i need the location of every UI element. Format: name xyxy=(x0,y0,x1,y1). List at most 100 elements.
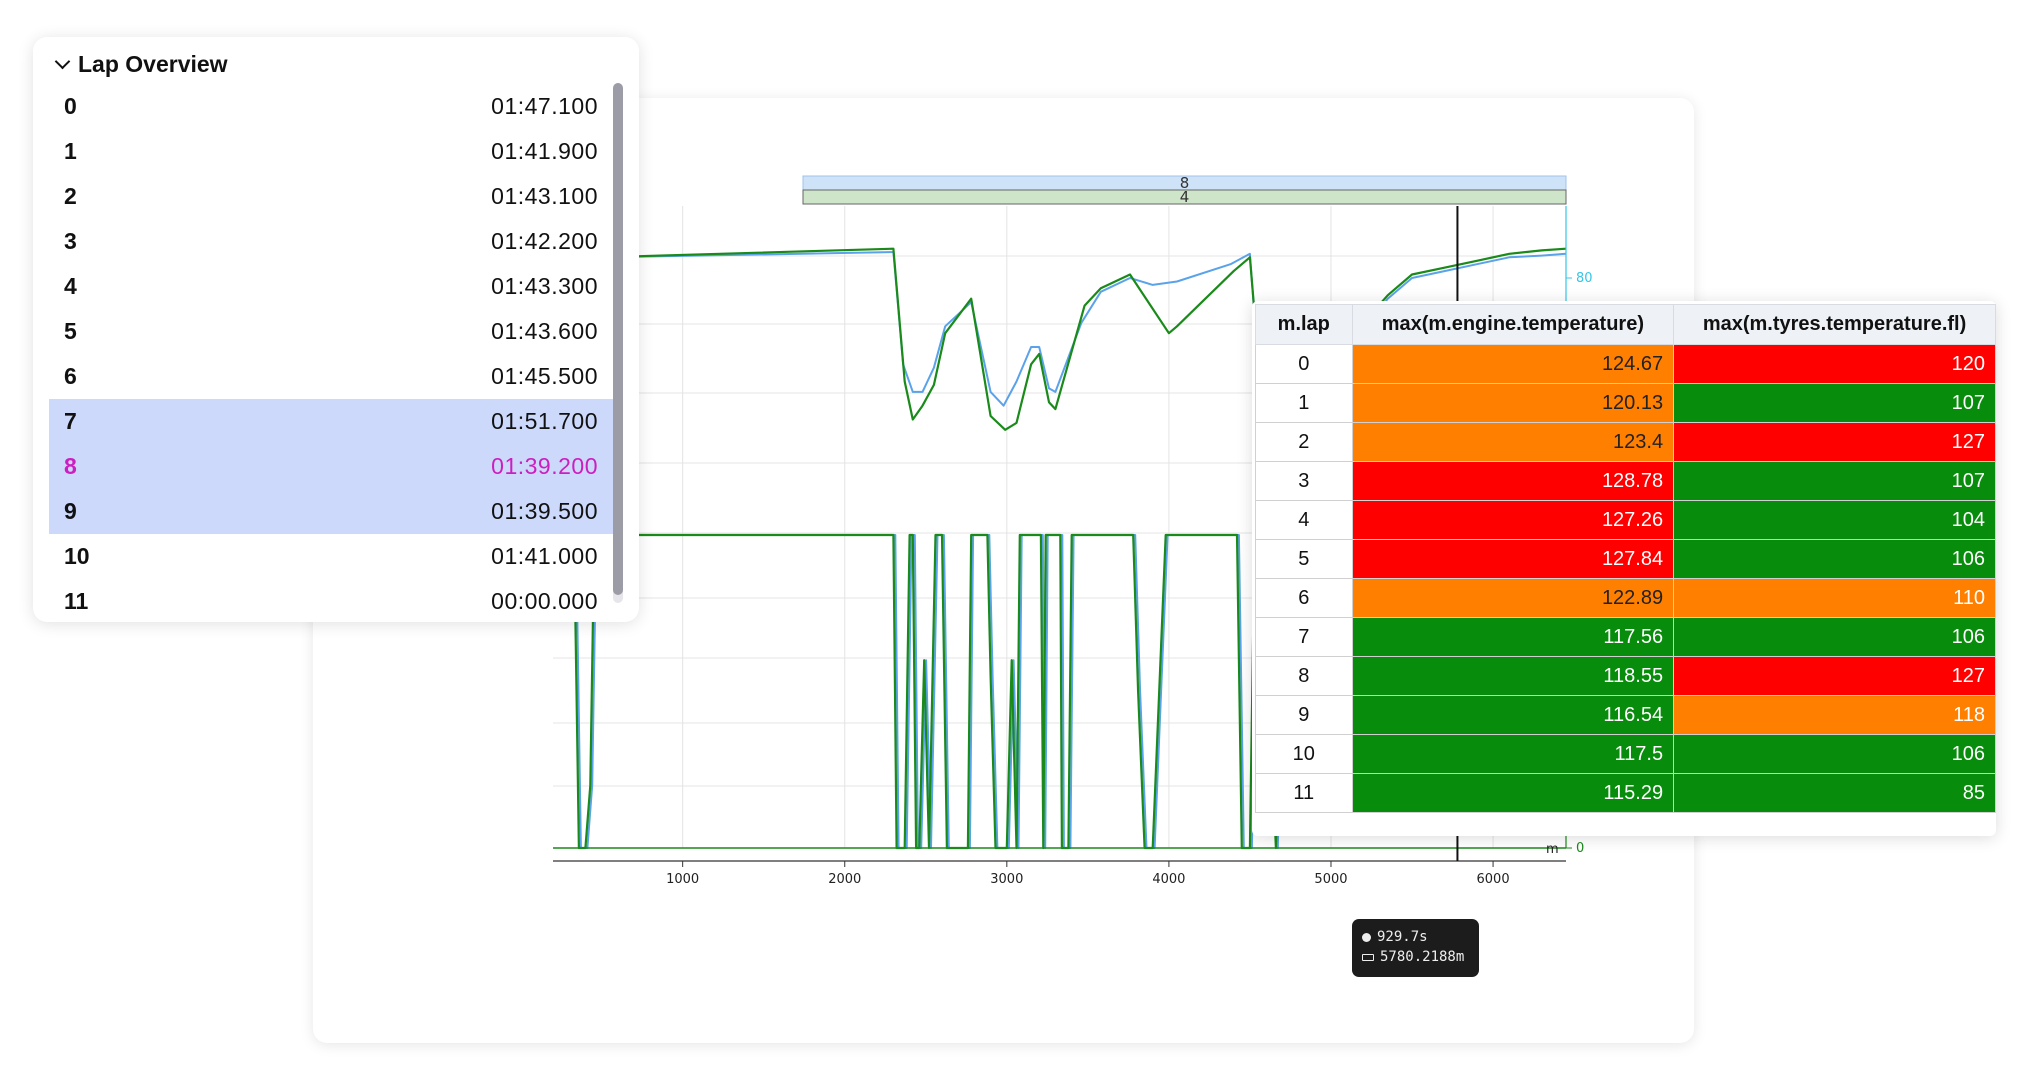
table-row[interactable]: 0 124.67 120 xyxy=(1255,344,1996,384)
lap-row[interactable]: 1 01:41.900 xyxy=(49,129,613,174)
lap-time: 01:43.100 xyxy=(491,183,598,209)
lap-cell: 7 xyxy=(1255,617,1353,657)
table-row[interactable]: 2 123.4 127 xyxy=(1255,422,1996,462)
lap-row[interactable]: 5 01:43.600 xyxy=(49,309,613,354)
x-tick-label: 3000 xyxy=(990,872,1023,887)
lap-cell: 3 xyxy=(1255,461,1353,501)
lap-row[interactable]: 0 01:47.100 xyxy=(49,84,613,129)
lap-overview-panel: Lap Overview 0 01:47.100 1 01:41.900 2 01:43.… xyxy=(33,37,639,622)
tyre-temperature-cell: 120 xyxy=(1673,344,1996,384)
engine-temperature-cell: 120.13 xyxy=(1351,383,1675,423)
lower-y-tick-label: 0 xyxy=(1576,841,1584,856)
table-row[interactable]: 7 117.56 106 xyxy=(1255,617,1996,657)
lap-number: 4 xyxy=(64,273,77,299)
lap-list: 0 01:47.100 1 01:41.900 2 01:43.100 3 01:42.200… xyxy=(49,84,613,622)
tyre-temperature-cell: 110 xyxy=(1673,578,1996,618)
table-row[interactable]: 8 118.55 127 xyxy=(1255,656,1996,696)
lap-row[interactable]: 2 01:43.100 xyxy=(49,174,613,219)
lap-row[interactable]: 6 01:45.500 xyxy=(49,354,613,399)
lap-cell: 6 xyxy=(1255,578,1353,618)
engine-temperature-cell: 127.26 xyxy=(1351,500,1675,540)
table-row[interactable]: 3 128.78 107 xyxy=(1255,461,1996,501)
engine-temperature-cell: 123.4 xyxy=(1351,422,1675,462)
tyre-temperature-cell: 106 xyxy=(1673,539,1996,579)
lap-number: 10 xyxy=(64,543,90,569)
table-row[interactable]: 6 122.89 110 xyxy=(1255,578,1996,618)
lap-overview-header[interactable]: Lap Overview xyxy=(54,51,228,78)
engine-temperature-cell: 127.84 xyxy=(1351,539,1675,579)
lap-row[interactable]: 4 01:43.300 xyxy=(49,264,613,309)
lap-cell: 1 xyxy=(1255,383,1353,423)
aggregate-table-panel: m.lap max(m.engine.temperature) max(m.ty… xyxy=(1252,301,1996,836)
stopwatch-icon xyxy=(1362,932,1371,942)
lap-cell: 4 xyxy=(1255,500,1353,540)
lap-cell: 0 xyxy=(1255,344,1353,384)
lap-cell: 10 xyxy=(1255,734,1353,774)
upper-y-tick-label: 80 xyxy=(1576,271,1593,286)
lap-cell: 8 xyxy=(1255,656,1353,696)
lap-number: 6 xyxy=(64,363,77,389)
table-row[interactable]: 5 127.84 106 xyxy=(1255,539,1996,579)
lap-number: 9 xyxy=(64,498,77,524)
lap-list-scrollbar-thumb[interactable] xyxy=(613,83,623,595)
lap-time: 01:41.900 xyxy=(491,138,598,164)
lap-list-scrollbar[interactable] xyxy=(613,83,623,603)
engine-temperature-cell: 122.89 xyxy=(1351,578,1675,618)
lap-time: 01:39.500 xyxy=(491,498,598,524)
lap-row[interactable]: 10 01:41.000 xyxy=(49,534,613,579)
column-header-tyre-temperature[interactable]: max(m.tyres.temperature.fl) xyxy=(1673,304,1996,345)
lap-band-label: 4 xyxy=(1180,188,1190,206)
lap-row[interactable]: 11 00:00.000 xyxy=(49,579,613,622)
lap-row[interactable]: 9 01:39.500 xyxy=(49,489,613,534)
table-header-row: m.lap max(m.engine.temperature) max(m.ty… xyxy=(1255,304,1996,345)
tooltip-time: 929.7s xyxy=(1377,929,1428,945)
lap-number: 11 xyxy=(64,588,89,614)
tyre-temperature-cell: 104 xyxy=(1673,500,1996,540)
engine-temperature-cell: 117.56 xyxy=(1351,617,1675,657)
chevron-down-icon[interactable] xyxy=(54,53,71,70)
lap-number: 0 xyxy=(64,93,77,119)
tyre-temperature-cell: 85 xyxy=(1673,773,1996,813)
lap-time: 01:45.500 xyxy=(491,363,598,389)
lap-time: 01:47.100 xyxy=(491,93,598,119)
tyre-temperature-cell: 106 xyxy=(1673,617,1996,657)
engine-temperature-cell: 118.55 xyxy=(1351,656,1675,696)
cursor-tooltip: 929.7s 5780.2188m xyxy=(1352,919,1479,977)
table-row[interactable]: 11 115.29 85 xyxy=(1255,773,1996,813)
lap-time: 01:39.200 xyxy=(491,453,598,479)
lap-time: 01:42.200 xyxy=(491,228,598,254)
lap-row[interactable]: 8 01:39.200 xyxy=(49,444,613,489)
lap-number: 5 xyxy=(64,318,77,344)
lap-time: 01:41.000 xyxy=(491,543,598,569)
x-tick-label: 2000 xyxy=(828,872,861,887)
table-row[interactable]: 1 120.13 107 xyxy=(1255,383,1996,423)
lap-row[interactable]: 7 01:51.700 xyxy=(49,399,613,444)
aggregate-table: m.lap max(m.engine.temperature) max(m.ty… xyxy=(1255,304,1996,813)
lap-time: 00:00.000 xyxy=(491,588,598,614)
lap-cell: 2 xyxy=(1255,422,1353,462)
engine-temperature-cell: 116.54 xyxy=(1351,695,1675,735)
lap-number: 8 xyxy=(64,453,77,479)
table-row[interactable]: 9 116.54 118 xyxy=(1255,695,1996,735)
column-header-lap[interactable]: m.lap xyxy=(1255,304,1353,345)
table-row[interactable]: 10 117.5 106 xyxy=(1255,734,1996,774)
lap-number: 7 xyxy=(64,408,77,434)
lap-row[interactable]: 3 01:42.200 xyxy=(49,219,613,264)
lap-band-strip[interactable]: 84 xyxy=(802,174,1567,206)
tooltip-distance: 5780.2188m xyxy=(1380,949,1465,965)
lap-cell: 11 xyxy=(1255,773,1353,813)
lap-time: 01:51.700 xyxy=(491,408,598,434)
column-header-engine-temperature[interactable]: max(m.engine.temperature) xyxy=(1351,304,1675,345)
ruler-icon xyxy=(1362,953,1374,961)
tyre-temperature-cell: 107 xyxy=(1673,383,1996,423)
engine-temperature-cell: 117.5 xyxy=(1351,734,1675,774)
lap-time: 01:43.600 xyxy=(491,318,598,344)
upper-series-blue xyxy=(601,251,1299,407)
lap-cell: 9 xyxy=(1255,695,1353,735)
tyre-temperature-cell: 107 xyxy=(1673,461,1996,501)
lap-number: 2 xyxy=(64,183,77,209)
table-row[interactable]: 4 127.26 104 xyxy=(1255,500,1996,540)
tyre-temperature-cell: 127 xyxy=(1673,422,1996,462)
x-tick-label: 6000 xyxy=(1477,872,1510,887)
tyre-temperature-cell: 127 xyxy=(1673,656,1996,696)
